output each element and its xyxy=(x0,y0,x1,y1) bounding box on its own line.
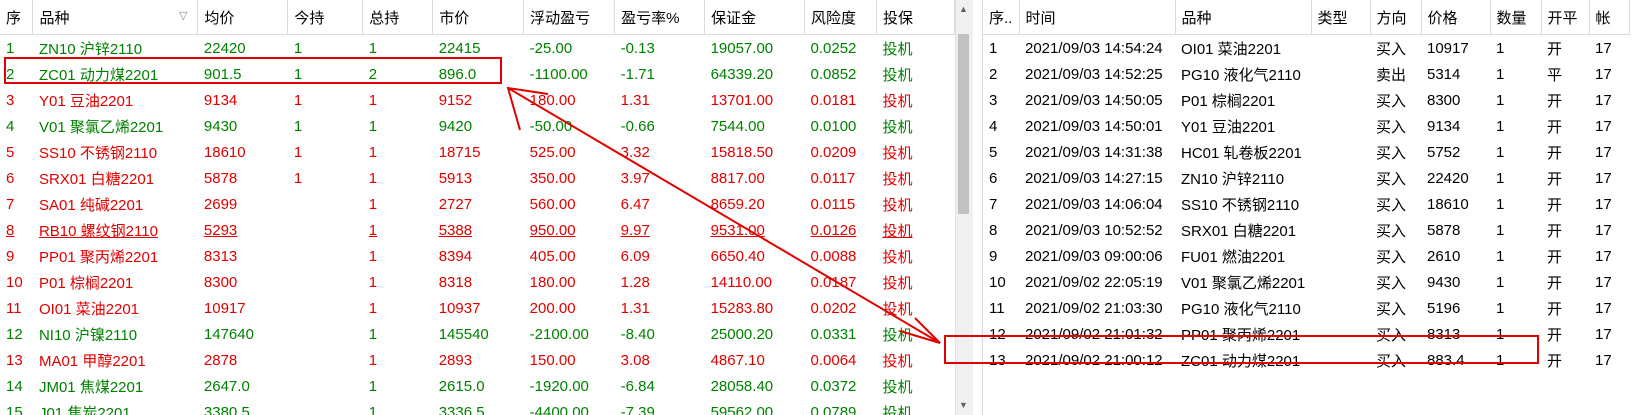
annotation-arrow xyxy=(506,86,941,344)
